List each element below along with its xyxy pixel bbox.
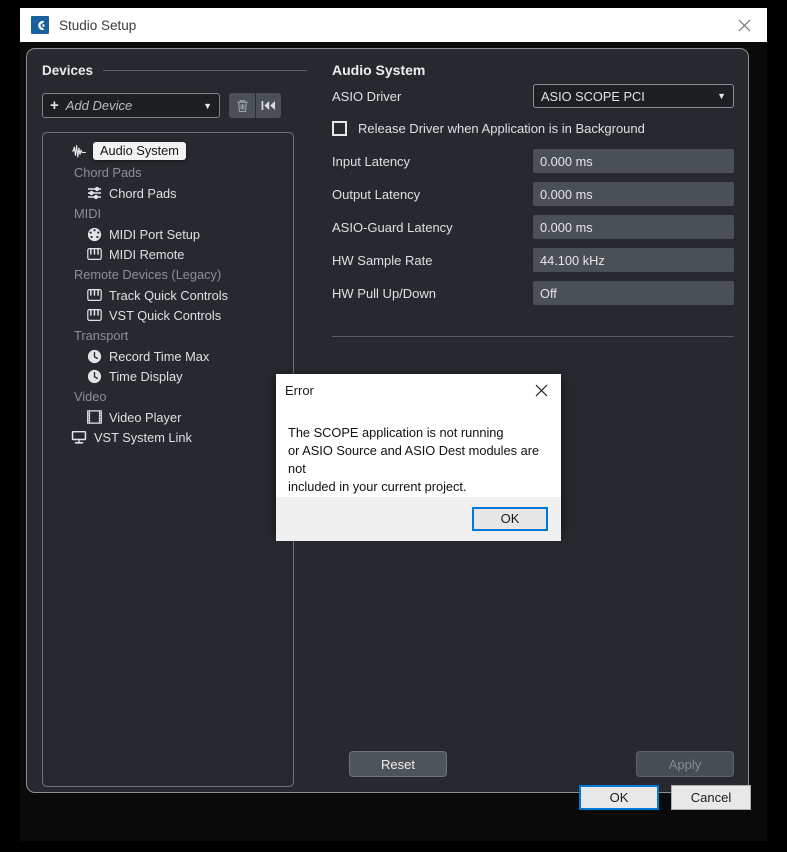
keyboard-icon [86,246,102,262]
add-device-row: + Add Device ▼ [42,93,307,118]
sidebar-item-label: VST Quick Controls [109,307,222,323]
chevron-down-icon: ▼ [717,91,726,101]
monitor-icon [71,429,87,445]
error-dialog-titlebar: Error [276,374,561,406]
sidebar-item-label: Video Player [109,409,182,425]
sliders-icon [86,185,102,201]
devices-header-rule [103,69,307,71]
tree-group-label: MIDI [74,206,102,221]
sidebar-item-video-player[interactable]: Video Player [43,407,293,427]
field-label: ASIO-Guard Latency [332,219,453,235]
sidebar-item-label: Audio System [93,142,186,160]
sidebar-item-label: Chord Pads [109,185,177,201]
asio-driver-row: ASIO Driver ASIO SCOPE PCI ▼ [332,81,734,111]
field-value: 0.000 ms [533,215,734,239]
asio-driver-dropdown[interactable]: ASIO SCOPE PCI ▼ [533,84,734,108]
field-label: Output Latency [332,186,421,202]
studio-setup-window: Studio Setup Devices + Add Device ▼ Audi… [20,8,767,841]
sidebar-item-label: Time Display [109,368,183,384]
keyboard-icon [86,307,102,323]
plus-icon: + [50,97,59,114]
device-tool-group [229,93,281,118]
film-icon [86,409,102,425]
cubase-logo-icon [31,16,49,34]
window-title: Studio Setup [59,17,137,33]
field-label: HW Pull Up/Down [332,285,437,301]
field-row: Input Latency 0.000 ms [332,146,734,176]
content-divider [332,336,734,337]
sidebar-item-track-quick-controls[interactable]: Track Quick Controls [43,285,293,305]
asio-driver-value: ASIO SCOPE PCI [541,88,645,104]
device-tree[interactable]: Audio System Chord Pads Chord Pads MIDI MIDI… [42,132,294,787]
sidebar-item-time-display[interactable]: Time Display [43,366,293,386]
midi-port-icon [86,226,102,242]
tree-group-label: Remote Devices (Legacy) [74,267,222,282]
close-icon[interactable] [721,8,767,42]
title-bar: Studio Setup [20,8,767,42]
tree-group-label: Chord Pads [74,165,142,180]
tree-group-label: Video [74,389,107,404]
field-label: Input Latency [332,153,411,169]
add-device-button[interactable]: + Add Device ▼ [42,93,220,118]
sidebar-item-label: MIDI Port Setup [109,226,201,242]
devices-column: Devices + Add Device ▼ Audio System Chor… [42,54,307,787]
clock-icon [86,368,102,384]
release-driver-label: Release Driver when Application is in Ba… [358,120,645,136]
page-title: Audio System [332,62,426,78]
sidebar-item-label: MIDI Remote [109,246,185,262]
sidebar-item-midi-port-setup[interactable]: MIDI Port Setup [43,224,293,244]
close-icon[interactable] [521,374,561,406]
add-device-label: Add Device [65,98,133,113]
cancel-button[interactable]: Cancel [671,785,751,810]
devices-section-header: Devices [42,59,307,81]
error-dialog-message: The SCOPE application is not running or … [288,425,540,495]
sidebar-item-record-time-max[interactable]: Record Time Max [43,346,293,366]
delete-device-button[interactable] [229,93,255,118]
error-ok-button[interactable]: OK [472,506,548,531]
latency-fields: Input Latency 0.000 ms Output Latency 0.000… [332,146,734,308]
field-row: HW Pull Up/Down Off [332,278,734,308]
clock-icon [86,348,102,364]
sidebar-item-label: Record Time Max [109,348,210,364]
chevron-down-icon: ▼ [203,100,212,111]
dialog-footer: OK Cancel [20,764,767,841]
sidebar-item-label: VST System Link [94,429,192,445]
sidebar-item-midi-remote[interactable]: MIDI Remote [43,244,293,264]
error-dialog: Error The SCOPE application is not runni… [276,374,561,541]
field-value: 0.000 ms [533,149,734,173]
dialog-body: Devices + Add Device ▼ Audio System Chor… [20,42,767,841]
sidebar-item-audio-system[interactable]: Audio System [43,140,293,162]
sidebar-item-chord-pads[interactable]: Chord Pads [43,183,293,203]
sidebar-item-vst-system-link[interactable]: VST System Link [43,427,293,447]
keyboard-icon [86,287,102,303]
ok-button[interactable]: OK [579,785,659,810]
release-driver-checkbox[interactable] [332,120,347,136]
sidebar-item-vst-quick-controls[interactable]: VST Quick Controls [43,305,293,325]
field-row: HW Sample Rate 44.100 kHz [332,245,734,275]
field-row: Output Latency 0.000 ms [332,179,734,209]
sidebar-item-label: Track Quick Controls [109,287,228,303]
field-value: Off [533,281,734,305]
release-driver-row[interactable]: Release Driver when Application is in Ba… [332,113,734,143]
devices-header-label: Devices [42,62,94,78]
field-row: ASIO-Guard Latency 0.000 ms [332,212,734,242]
field-label: HW Sample Rate [332,252,433,268]
error-dialog-title: Error [285,382,314,398]
skip-back-icon [261,101,275,110]
field-value: 0.000 ms [533,182,734,206]
asio-driver-label: ASIO Driver [332,88,402,104]
trash-icon [237,99,247,112]
tree-group-label: Transport [74,328,129,343]
error-dialog-footer: OK [276,496,561,541]
waveform-icon [71,143,87,159]
reset-device-button[interactable] [255,93,281,118]
field-value: 44.100 kHz [533,248,734,272]
